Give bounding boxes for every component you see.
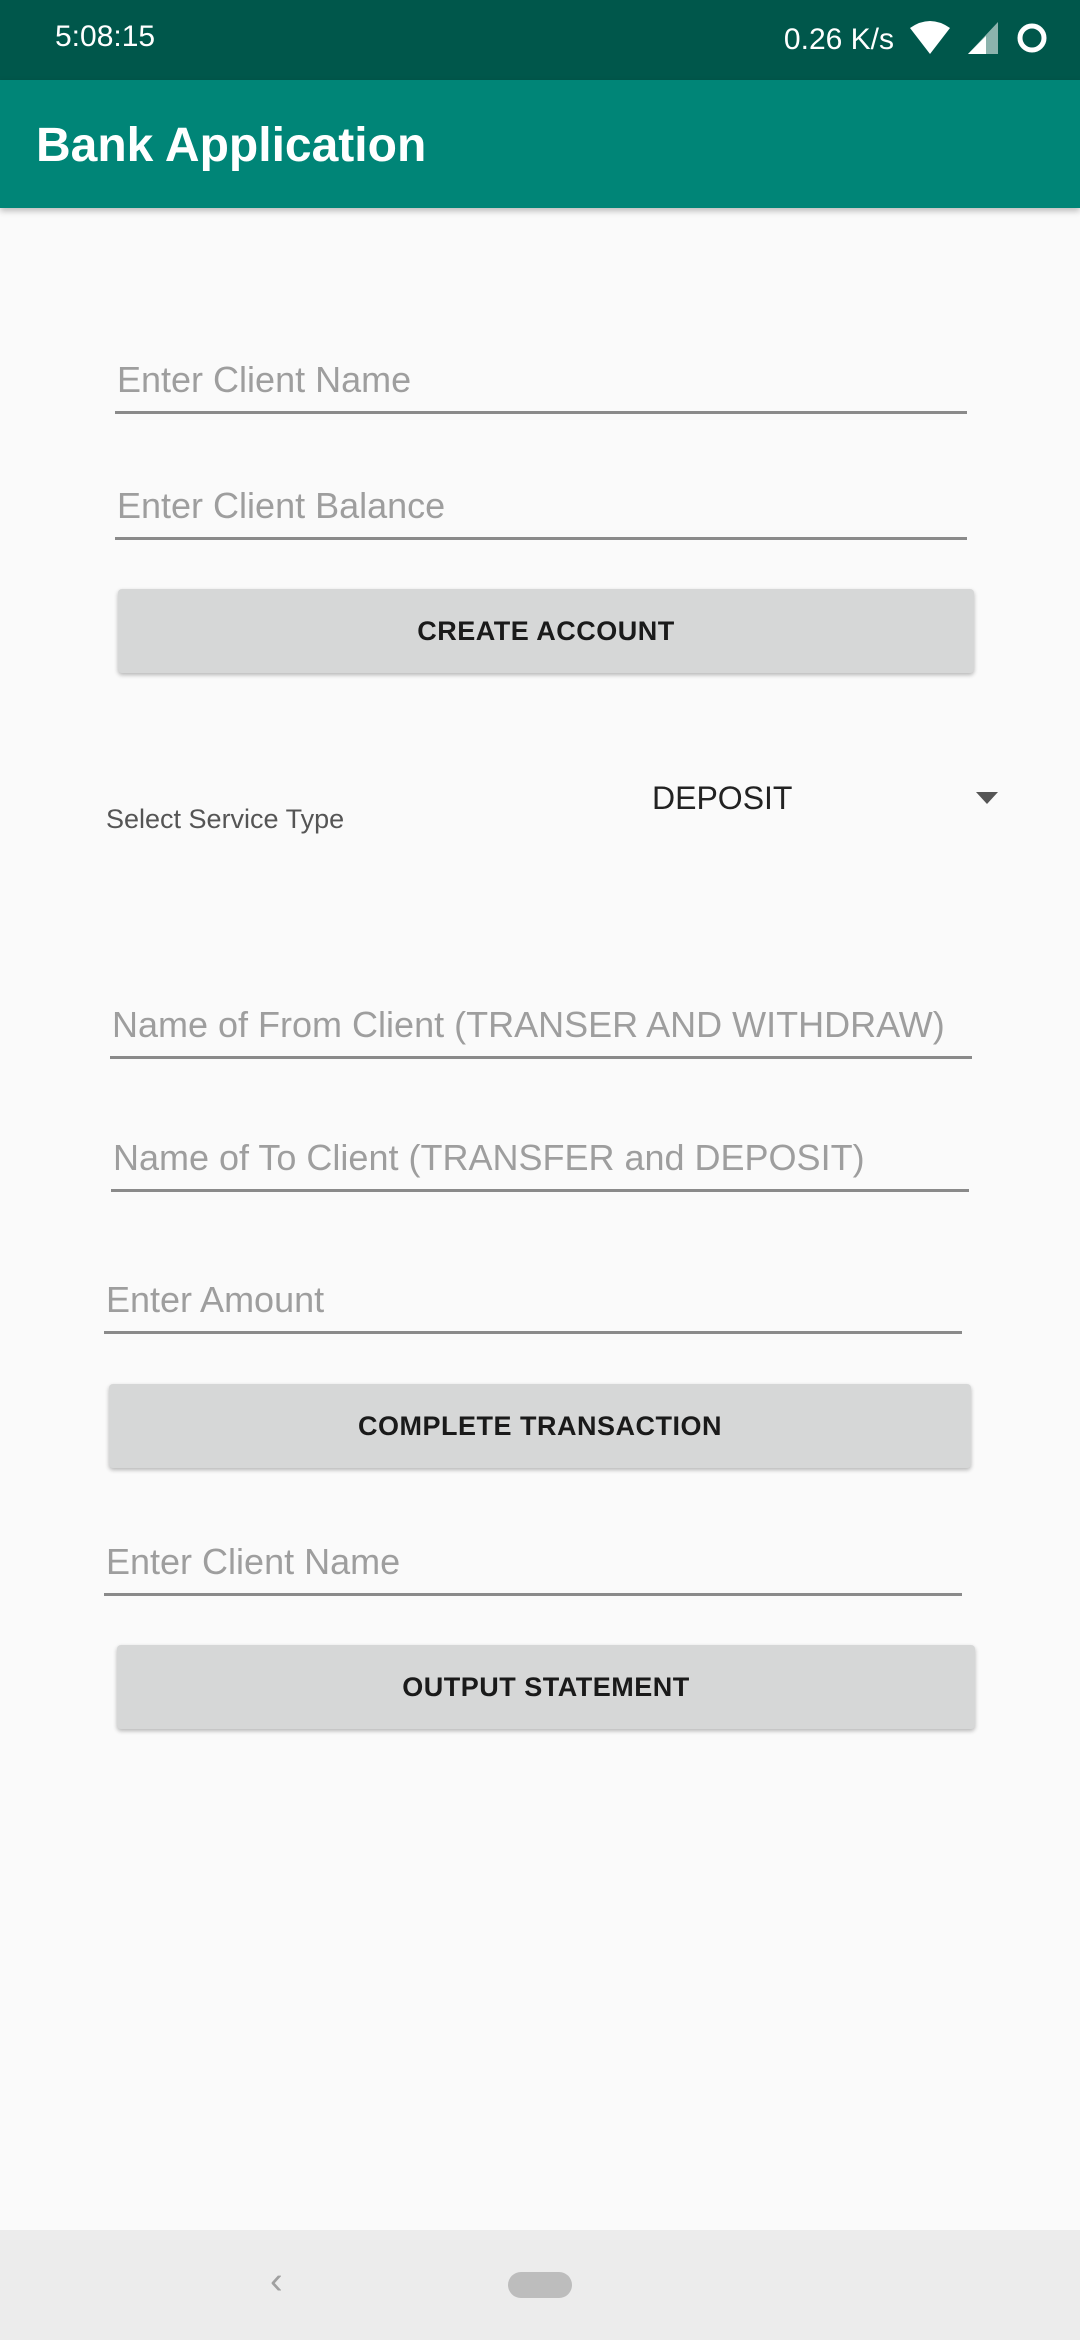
status-time: 5:08:15 [55,20,156,53]
to-client-input[interactable] [111,1128,969,1188]
app-bar: Bank Application [0,80,1080,208]
client-balance-field[interactable] [115,476,967,540]
to-client-field[interactable] [111,1128,969,1192]
statement-client-name-field[interactable] [104,1532,962,1596]
network-speed: 0.26 K/s [783,23,894,56]
amount-field[interactable] [104,1270,962,1334]
output-statement-button[interactable]: OUTPUT STATEMENT [117,1645,975,1729]
dropdown-arrow-icon [976,792,998,804]
client-name-input[interactable] [115,350,967,410]
app-title: Bank Application [36,119,427,172]
navigation-bar: ‹ [0,2230,1080,2340]
service-type-spinner[interactable]: DEPOSIT [630,770,1010,826]
service-type-label: Select Service Type [106,804,345,834]
from-client-input[interactable] [110,995,972,1055]
service-type-selected: DEPOSIT [652,780,793,816]
statement-client-name-input[interactable] [104,1532,962,1592]
client-balance-input[interactable] [115,476,967,536]
client-name-field[interactable] [115,350,967,414]
create-account-button[interactable]: CREATE ACCOUNT [118,589,974,673]
home-pill-icon[interactable] [508,2272,572,2298]
complete-transaction-button[interactable]: COMPLETE TRANSACTION [109,1384,971,1468]
back-chevron-icon[interactable]: ‹ [270,2260,283,2303]
loading-circle-icon [1014,20,1050,61]
status-bar: 5:08:15 0.26 K/s [0,0,1080,80]
amount-input[interactable] [104,1270,962,1330]
wifi-icon [908,20,952,61]
from-client-field[interactable] [110,995,972,1059]
status-icons: 0.26 K/s [784,18,1050,62]
cellular-signal-icon [966,20,1000,61]
